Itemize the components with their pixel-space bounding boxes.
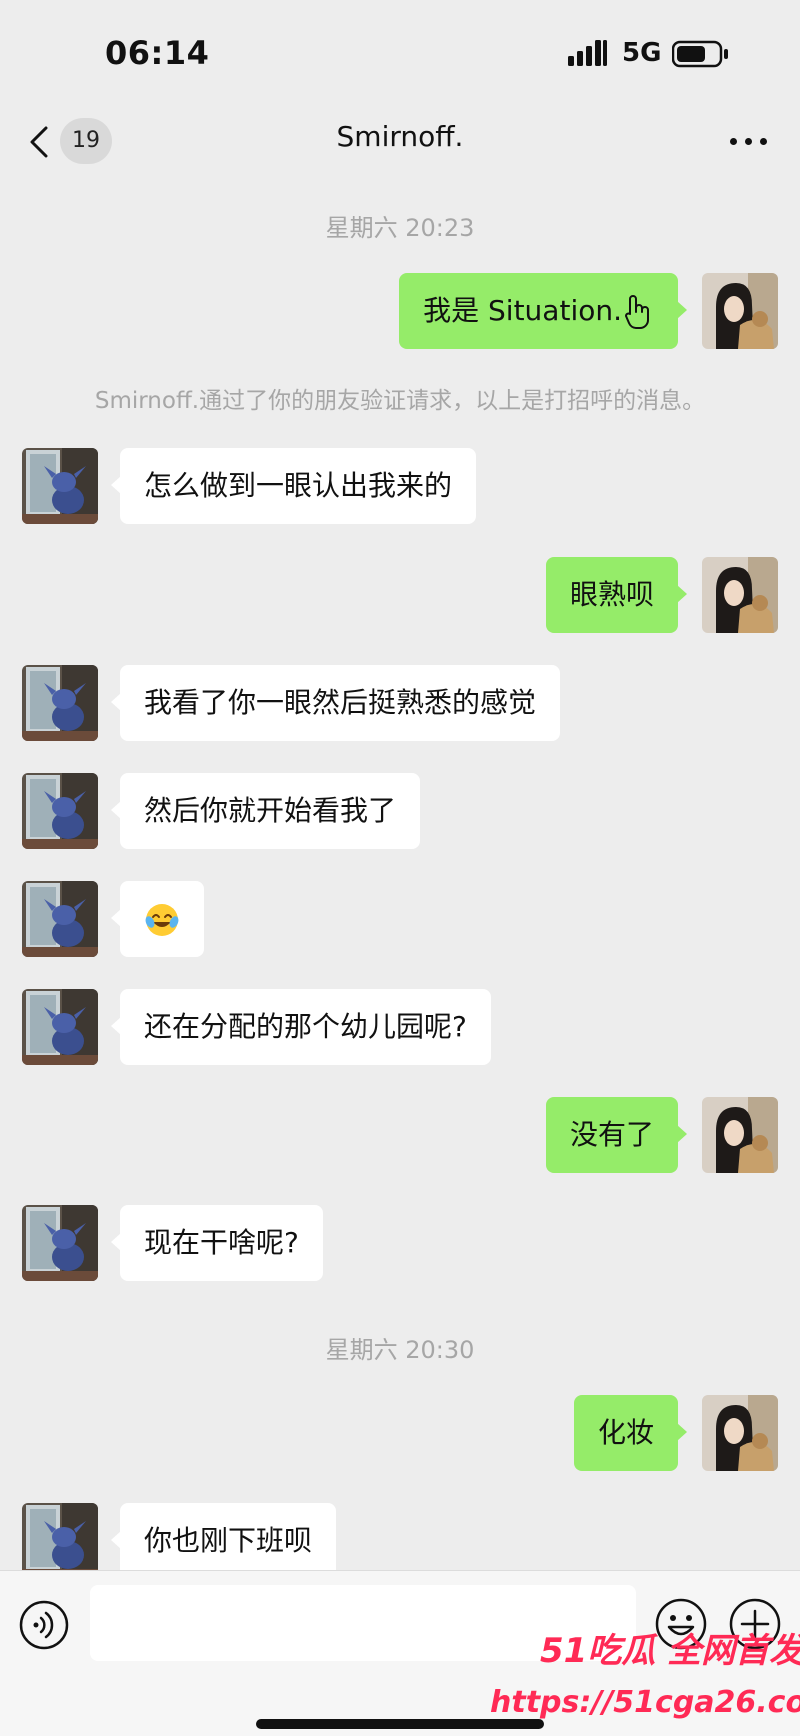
message-bubble-mine[interactable]: 眼熟呗 <box>545 557 688 633</box>
avatar-contact[interactable] <box>22 773 98 849</box>
home-indicator <box>256 1719 544 1729</box>
timestamp-separator: 星期六 20:23 <box>325 214 475 242</box>
avatar-photo <box>22 1205 98 1281</box>
avatar-me[interactable] <box>702 1097 778 1173</box>
plus-icon[interactable] <box>728 1597 782 1651</box>
back-button[interactable]: 19 <box>24 114 124 168</box>
emoji-icon[interactable] <box>654 1597 708 1651</box>
message-text: 你也刚下班呗 <box>144 1524 313 1557</box>
message-bubble-mine[interactable]: 我是 Situation. <box>399 273 687 349</box>
system-notice: Smirnoff.通过了你的朋友验证请求，以上是打招呼的消息。 <box>94 388 706 414</box>
signal-icon <box>568 40 607 66</box>
message-row: 没有了 <box>0 1097 800 1177</box>
message-text: 我看了你一眼然后挺熟悉的感觉 <box>144 686 537 719</box>
message-row: 怎么做到一眼认出我来的 <box>0 448 800 528</box>
avatar-photo <box>22 1503 98 1579</box>
avatar-photo <box>22 773 98 849</box>
message-bubble-mine[interactable]: 化妆 <box>573 1395 688 1471</box>
avatar-contact[interactable] <box>22 665 98 741</box>
status-time: 06:14 <box>105 34 210 72</box>
dot-icon <box>730 138 737 145</box>
message-text: 怎么做到一眼认出我来的 <box>144 469 453 502</box>
message-bubble-theirs[interactable]: 怎么做到一眼认出我来的 <box>110 448 477 524</box>
avatar-me[interactable] <box>702 273 778 349</box>
message-row: 还在分配的那个幼儿园呢? <box>0 989 800 1069</box>
avatar-photo <box>22 989 98 1065</box>
avatar-photo <box>702 1097 778 1173</box>
avatar-me[interactable] <box>702 1395 778 1471</box>
avatar-photo <box>702 1395 778 1471</box>
avatar-contact[interactable] <box>22 1503 98 1579</box>
message-row: 我是 Situation. <box>0 273 800 353</box>
message-bubble-theirs[interactable]: 我看了你一眼然后挺熟悉的感觉 <box>110 665 561 741</box>
dot-icon <box>760 138 767 145</box>
message-bubble-mine[interactable]: 没有了 <box>545 1097 688 1173</box>
message-row: 眼熟呗 <box>0 557 800 637</box>
message-bubble-theirs[interactable]: 现在干啥呢? <box>111 1205 323 1281</box>
message-row: 化妆 <box>0 1395 800 1475</box>
avatar-contact[interactable] <box>22 1205 98 1281</box>
message-row <box>0 881 800 961</box>
avatar-photo <box>702 557 778 633</box>
message-text: 没有了 <box>569 1118 654 1151</box>
message-bubble-theirs[interactable]: 然后你就开始看我了 <box>110 773 421 849</box>
pointing-hand-icon <box>625 295 649 329</box>
more-options-button[interactable] <box>722 118 776 164</box>
chat-title: Smirnoff. <box>336 120 464 153</box>
message-bubble-theirs[interactable] <box>111 881 204 957</box>
avatar-photo <box>702 273 778 349</box>
crying-laughing-emoji-icon <box>145 904 179 936</box>
message-text: 化妆 <box>597 1416 654 1449</box>
unread-badge: 19 <box>60 118 112 164</box>
timestamp-separator: 星期六 20:30 <box>325 1336 475 1364</box>
message-text: 然后你就开始看我了 <box>144 794 397 827</box>
message-bubble-theirs[interactable]: 你也刚下班呗 <box>110 1503 337 1579</box>
avatar-contact[interactable] <box>22 448 98 524</box>
chat-header: 19 Smirnoff. <box>0 100 800 182</box>
message-text: 我是 Situation. <box>423 294 622 327</box>
battery-icon <box>672 40 728 68</box>
message-text: 现在干啥呢? <box>144 1226 299 1259</box>
input-bar <box>0 1570 800 1736</box>
avatar-me[interactable] <box>702 557 778 633</box>
avatar-photo <box>22 448 98 524</box>
chat-screen: 06:14 5G 19 Smirnoff. 星期六 20:23 我是 Situa… <box>0 0 800 1736</box>
message-input[interactable] <box>90 1585 636 1661</box>
status-bar: 06:14 5G <box>0 0 800 100</box>
message-row: 然后你就开始看我了 <box>0 773 800 853</box>
voice-icon[interactable] <box>18 1599 70 1651</box>
message-bubble-theirs[interactable]: 还在分配的那个幼儿园呢? <box>111 989 491 1065</box>
message-row: 我看了你一眼然后挺熟悉的感觉 <box>0 665 800 745</box>
message-row: 现在干啥呢? <box>0 1205 800 1285</box>
avatar-photo <box>22 665 98 741</box>
avatar-contact[interactable] <box>22 881 98 957</box>
dot-icon <box>745 138 752 145</box>
avatar-photo <box>22 881 98 957</box>
chevron-left-icon <box>30 126 48 158</box>
message-text: 还在分配的那个幼儿园呢? <box>144 1010 467 1043</box>
avatar-contact[interactable] <box>22 989 98 1065</box>
network-label: 5G <box>622 38 662 68</box>
message-text: 眼熟呗 <box>569 578 654 611</box>
